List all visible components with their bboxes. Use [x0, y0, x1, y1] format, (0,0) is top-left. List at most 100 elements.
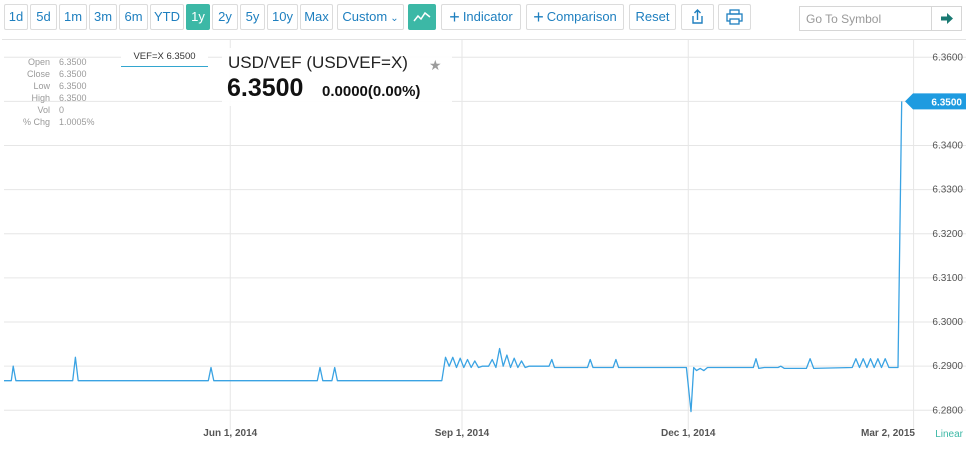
data-point — [809, 357, 812, 360]
data-point — [862, 357, 865, 360]
data-point — [509, 366, 512, 369]
data-point — [876, 357, 879, 360]
data-point — [477, 366, 480, 369]
ohlc-label: % Chg — [22, 117, 50, 127]
ohlc-row: Low 6.3500 — [8, 80, 95, 92]
ohlc-label: High — [31, 93, 50, 103]
ohlc-value: 6.3500 — [59, 81, 87, 91]
data-point — [316, 379, 319, 382]
data-point — [550, 358, 553, 361]
data-point — [763, 366, 766, 369]
ohlc-readout: Open 6.3500 Close 6.3500 Low 6.3500 High 6.3500… — [8, 56, 95, 128]
ohlc-row: Open 6.3500 — [8, 56, 95, 68]
data-point — [548, 365, 551, 368]
ohlc-label: Low — [33, 81, 50, 91]
ohlc-row: % Chg 1.0005% — [8, 116, 95, 128]
data-point — [851, 366, 854, 369]
data-point — [685, 366, 688, 369]
data-point — [491, 358, 494, 361]
ohlc-value: 6.3500 — [59, 69, 87, 79]
data-point — [805, 367, 808, 370]
data-point — [473, 359, 476, 362]
series-line — [4, 101, 903, 413]
data-point — [513, 357, 516, 360]
data-point — [462, 366, 465, 369]
y-tick-label: 6.3000 — [932, 317, 963, 328]
data-point — [12, 365, 15, 368]
data-point — [524, 366, 527, 369]
data-point — [553, 366, 556, 369]
x-tick-label: Mar 2, 2015 — [861, 428, 915, 439]
data-point — [869, 357, 872, 360]
data-point — [779, 365, 782, 368]
data-point — [884, 357, 887, 360]
ohlc-row: Close 6.3500 — [8, 68, 95, 80]
data-point — [592, 366, 595, 369]
y-tick-label: 6.3600 — [932, 52, 963, 63]
data-point — [470, 366, 473, 369]
ohlc-value: 6.3500 — [59, 93, 87, 103]
y-tick-label: 6.3400 — [932, 141, 963, 152]
y-tick-label: 6.2900 — [932, 361, 963, 372]
data-point — [854, 357, 857, 360]
data-point — [858, 366, 861, 369]
y-tick-label: 6.3100 — [932, 273, 963, 284]
data-point — [589, 358, 592, 361]
data-point — [520, 359, 523, 362]
data-point — [77, 379, 80, 382]
symbol-title: USD/VEF (USDVEF=X) — [228, 53, 408, 72]
price-change: 0.0000(0.00%) — [322, 83, 421, 100]
data-point — [71, 379, 74, 382]
ohlc-value: 6.3500 — [59, 57, 87, 67]
data-point — [755, 357, 758, 360]
data-point — [706, 366, 709, 369]
data-point — [210, 366, 213, 369]
data-point — [3, 379, 6, 382]
x-tick-label: Sep 1, 2014 — [435, 428, 490, 439]
data-point — [481, 365, 484, 368]
grid-lines — [4, 40, 966, 430]
data-point — [699, 367, 702, 370]
data-point — [527, 365, 530, 368]
data-point — [873, 366, 876, 369]
x-tick-label: Dec 1, 2014 — [661, 428, 716, 439]
data-point — [10, 379, 13, 382]
data-point — [586, 366, 589, 369]
ohlc-label: Vol — [37, 105, 50, 115]
scale-type-label[interactable]: Linear — [935, 429, 963, 440]
y-tick-label: 6.3300 — [932, 185, 963, 196]
data-point — [440, 379, 443, 382]
data-point — [212, 379, 215, 382]
data-point — [319, 366, 322, 369]
data-point — [505, 354, 508, 357]
data-point — [451, 356, 454, 359]
data-point — [702, 369, 705, 372]
ticker-tag: VEF=X 6.3500 — [121, 50, 208, 67]
data-point — [448, 365, 451, 368]
ohlc-row: High 6.3500 — [8, 92, 95, 104]
star-icon[interactable]: ★ — [429, 57, 442, 74]
y-tick-label: 6.3200 — [932, 229, 963, 240]
data-point — [502, 365, 505, 368]
data-point — [614, 358, 617, 361]
price-chart: 6.3600 6.3500 6.3400 6.3300 6.3200 6.3100 6.30… — [3, 40, 966, 440]
data-point — [900, 100, 903, 103]
data-point — [777, 366, 780, 369]
data-point — [321, 379, 324, 382]
data-point — [487, 365, 490, 368]
data-point — [897, 366, 900, 369]
data-point — [880, 366, 883, 369]
data-point — [692, 366, 695, 369]
x-tick-label: Jun 1, 2014 — [203, 428, 257, 439]
last-price: 6.3500 — [227, 74, 304, 102]
data-point — [865, 366, 868, 369]
y-tick-label: 6.2800 — [932, 405, 963, 416]
data-point — [617, 366, 620, 369]
data-point — [752, 366, 755, 369]
ohlc-label: Close — [26, 69, 50, 79]
data-point — [498, 347, 501, 350]
data-point — [757, 367, 760, 370]
data-point — [330, 379, 333, 382]
last-value-label: 6.3500 — [931, 97, 962, 108]
x-axis: Jun 1, 2014 Sep 1, 2014 Dec 1, 2014 Mar 2, … — [203, 428, 963, 440]
